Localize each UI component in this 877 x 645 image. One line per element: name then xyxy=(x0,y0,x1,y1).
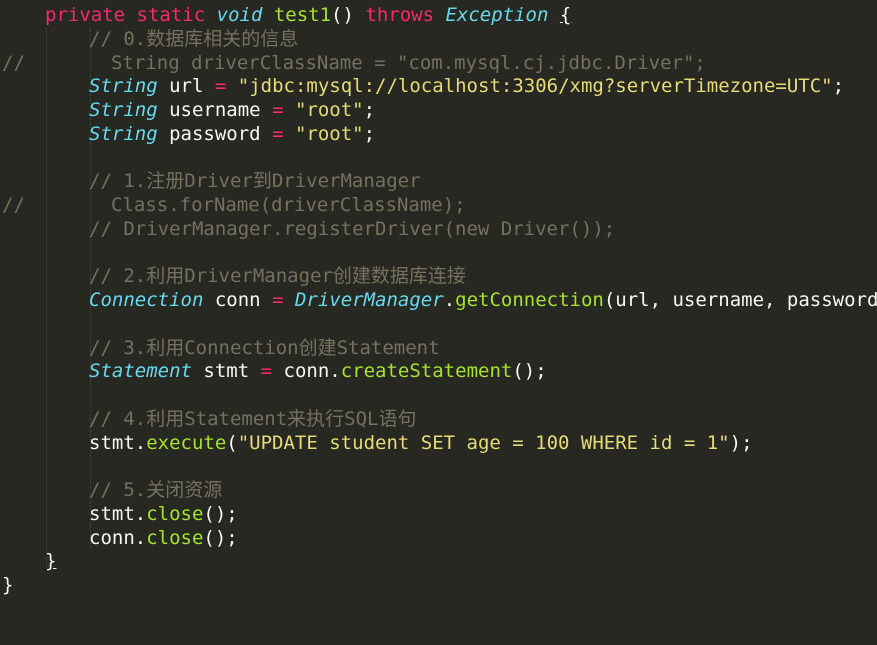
keyword-static: static xyxy=(136,4,206,26)
string-literal: "root" xyxy=(294,99,364,121)
code-line-blank[interactable] xyxy=(0,242,877,266)
variable-name: username xyxy=(169,99,261,121)
object-ref: stmt. xyxy=(89,502,147,525)
code-line[interactable]: String username = "root"; xyxy=(0,99,877,123)
semicolon: ; xyxy=(363,122,376,145)
variable-name: stmt xyxy=(203,360,250,383)
code-line[interactable]: stmt.close(); xyxy=(0,503,877,527)
code-line[interactable]: // DriverManager.registerDriver(new Driv… xyxy=(0,218,877,242)
comment: // 2.利用DriverManager创建数据库连接 xyxy=(89,265,466,288)
assign-operator: = xyxy=(272,122,284,145)
assign-operator: = xyxy=(214,75,227,98)
type-name: String xyxy=(89,75,158,98)
code-line[interactable]: } xyxy=(0,550,877,574)
semicolon: ; xyxy=(363,99,376,121)
type-name: String xyxy=(89,99,158,121)
commented-code: Class.forName(driverClassName); xyxy=(111,194,466,216)
type-name: String xyxy=(89,122,158,145)
close-paren: ); xyxy=(729,431,753,454)
class-name: DriverManager xyxy=(294,289,444,311)
variable-name: url xyxy=(169,75,204,98)
code-line[interactable]: Statement stmt = conn.createStatement(); xyxy=(0,360,877,384)
comment: // 1.注册Driver到DriverManager xyxy=(89,170,421,193)
variable-name: conn xyxy=(214,289,261,311)
method-call: execute xyxy=(146,431,227,454)
assign-operator: = xyxy=(272,289,284,311)
code-line[interactable]: // Class.forName(driverClassName); xyxy=(0,194,877,218)
type-name: Statement xyxy=(89,360,192,383)
code-line[interactable]: Connection conn = DriverManager.getConne… xyxy=(0,289,877,313)
dot: . xyxy=(443,289,456,311)
method-call: getConnection xyxy=(455,289,604,311)
code-line[interactable]: // 3.利用Connection创建Statement xyxy=(0,337,877,361)
code-line-blank[interactable] xyxy=(0,313,877,337)
method-signature: private static void test1() throws Excep… xyxy=(45,4,571,28)
code-line[interactable]: private static void test1() throws Excep… xyxy=(0,4,877,28)
open-brace: { xyxy=(559,4,572,26)
method-name: test1 xyxy=(273,4,332,26)
comment: // 0.数据库相关的信息 xyxy=(89,27,299,50)
string-literal: "UPDATE student SET age = 100 WHERE id =… xyxy=(237,431,730,454)
string-literal: "root" xyxy=(294,122,364,145)
object-ref: stmt. xyxy=(89,431,147,454)
commented-code: String driverClassName = "com.mysql.cj.j… xyxy=(111,51,706,74)
line-comment-marker: // xyxy=(2,51,25,74)
code-line[interactable]: // 4.利用Statement来执行SQL语句 xyxy=(0,408,877,432)
code-line[interactable]: // 1.注册Driver到DriverManager xyxy=(0,170,877,194)
code-line-blank[interactable] xyxy=(0,384,877,408)
code-line[interactable]: // 2.利用DriverManager创建数据库连接 xyxy=(0,265,877,289)
exception-type: Exception xyxy=(445,4,549,26)
class-close-brace: } xyxy=(2,574,14,596)
open-paren: ( xyxy=(226,431,238,454)
line-comment-marker: // xyxy=(2,194,25,216)
code-line[interactable]: String url = "jdbc:mysql://localhost:330… xyxy=(0,75,877,99)
call-arguments: (); xyxy=(203,526,238,549)
code-line-blank[interactable] xyxy=(0,455,877,479)
type-name: Connection xyxy=(89,289,204,311)
call-arguments: (url, username, password); xyxy=(603,289,877,311)
semicolon: ; xyxy=(832,75,845,98)
method-parens: () xyxy=(331,4,354,26)
comment: // DriverManager.registerDriver(new Driv… xyxy=(89,217,616,240)
close-brace: } xyxy=(45,550,57,573)
code-editor[interactable]: private static void test1() throws Excep… xyxy=(0,4,877,598)
code-line[interactable]: // 5.关闭资源 xyxy=(0,479,877,503)
variable-name: password xyxy=(169,122,261,145)
code-line-blank[interactable] xyxy=(0,147,877,171)
return-type: void xyxy=(216,4,263,26)
assign-operator: = xyxy=(260,360,273,383)
code-line[interactable]: } xyxy=(0,574,877,598)
comment: // 3.利用Connection创建Statement xyxy=(89,336,440,359)
keyword-private: private xyxy=(45,4,126,26)
code-line[interactable]: // 0.数据库相关的信息 xyxy=(0,28,877,52)
keyword-throws: throws xyxy=(365,4,435,26)
code-line[interactable]: conn.close(); xyxy=(0,527,877,551)
method-call: createStatement xyxy=(340,360,513,383)
comment: // 4.利用Statement来执行SQL语句 xyxy=(89,407,417,430)
call-arguments: (); xyxy=(203,502,238,525)
assign-operator: = xyxy=(272,99,284,121)
method-call: close xyxy=(146,502,204,525)
code-line[interactable]: String password = "root"; xyxy=(0,123,877,147)
object-ref: conn. xyxy=(89,526,147,549)
call-arguments: (); xyxy=(512,360,547,383)
comment: // 5.关闭资源 xyxy=(89,479,223,501)
method-call: close xyxy=(146,526,204,549)
string-literal: "jdbc:mysql://localhost:3306/xmg?serverT… xyxy=(237,75,833,98)
object-ref: conn. xyxy=(283,360,341,383)
code-line[interactable]: // String driverClassName = "com.mysql.c… xyxy=(0,52,877,76)
code-line[interactable]: stmt.execute("UPDATE student SET age = 1… xyxy=(0,432,877,456)
